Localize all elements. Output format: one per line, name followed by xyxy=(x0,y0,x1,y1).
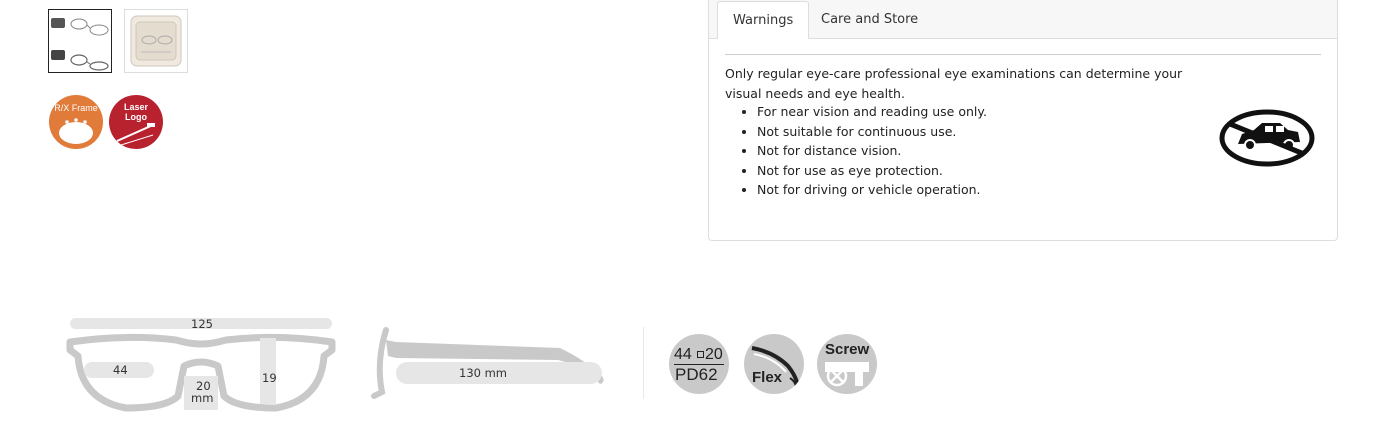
size-badge: 44 20 PD62 xyxy=(669,334,729,394)
warning-item: Not for distance vision. xyxy=(757,141,987,161)
laser-logo-label-line1: Laser xyxy=(123,102,149,112)
case-thumbnail-image xyxy=(130,15,182,67)
flex-badge: Flex xyxy=(744,334,804,394)
product-thumbnail-1[interactable] xyxy=(48,9,112,73)
rx-lens-icon xyxy=(59,118,93,144)
size-bridge-label: 20 xyxy=(705,346,723,363)
product-thumbnail-2[interactable] xyxy=(124,9,188,73)
frame-width-label: 125 xyxy=(191,317,213,331)
temple-side-diagram xyxy=(371,327,604,399)
panel-divider xyxy=(725,54,1321,55)
lens-width-label: 44 xyxy=(113,363,128,377)
lens-height-label: 19 xyxy=(262,371,277,385)
no-driving-icon xyxy=(1219,109,1315,167)
warning-item: Not for use as eye protection. xyxy=(757,161,987,181)
warnings-intro-text: Only regular eye-care professional eye e… xyxy=(725,66,1183,101)
warning-item: Not suitable for continuous use. xyxy=(757,122,987,142)
bridge-unit-label: mm xyxy=(191,391,214,405)
warnings-list: For near vision and reading use only. No… xyxy=(725,102,987,200)
screw-hinge-icon xyxy=(825,362,869,387)
flex-label: Flex xyxy=(752,369,783,386)
section-divider xyxy=(643,327,644,399)
tab-care-and-store[interactable]: Care and Store xyxy=(806,1,933,38)
screw-badge: Screw xyxy=(817,334,877,394)
warning-item: For near vision and reading use only. xyxy=(757,102,987,122)
rx-frame-label: R/X Frame xyxy=(54,103,98,113)
laser-logo-badge: Laser Logo xyxy=(109,95,163,149)
tab-warnings[interactable]: Warnings xyxy=(717,1,810,39)
square-icon xyxy=(697,351,704,358)
laser-beam-icon xyxy=(116,123,155,146)
size-lens-label: 44 xyxy=(674,346,692,363)
rx-frame-badge: R/X Frame xyxy=(49,95,103,149)
temple-length-label: 130 mm xyxy=(459,366,508,380)
glasses-thumbnail-image xyxy=(51,18,109,71)
size-pd-label: PD62 xyxy=(675,365,718,384)
warning-item: Not for driving or vehicle operation. xyxy=(757,180,987,200)
